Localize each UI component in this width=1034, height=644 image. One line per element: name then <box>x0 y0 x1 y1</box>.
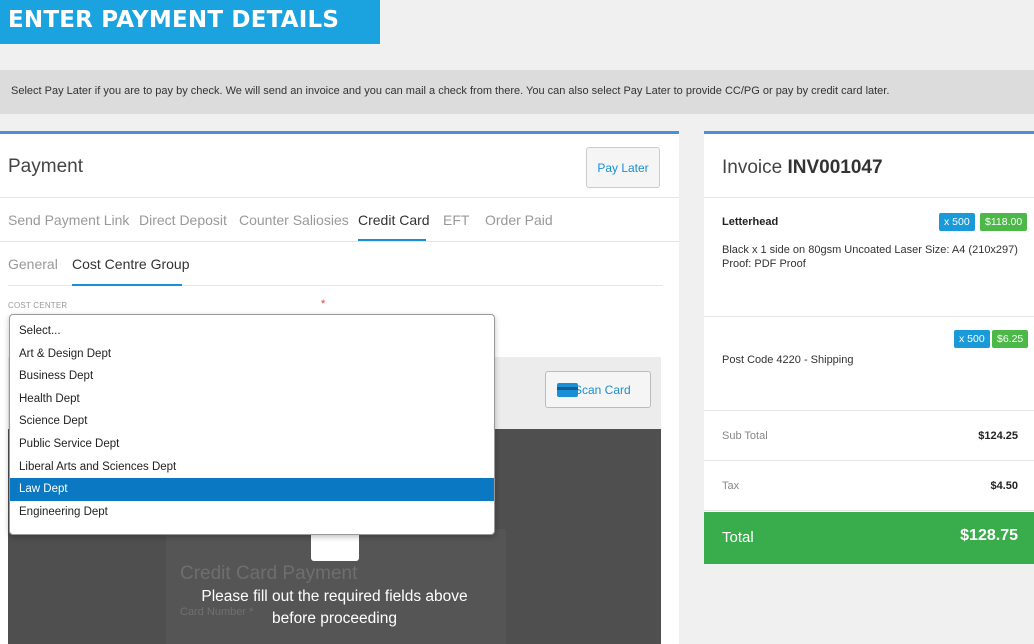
total-label: Total <box>722 529 754 546</box>
item-description-line2: Proof: PDF Proof <box>722 258 806 270</box>
overlay-message-line1: Please fill out the required fields abov… <box>201 588 468 605</box>
price-badge: $6.25 <box>992 330 1029 348</box>
quantity-badge: x 500 <box>954 330 990 348</box>
tab-send-payment-link[interactable]: Send Payment Link <box>8 212 129 228</box>
sub-total-label: Sub Total <box>722 430 768 442</box>
cost-center-dropdown[interactable]: Select... Art & Design Dept Business Dep… <box>9 314 495 535</box>
page-title: ENTER PAYMENT DETAILS <box>0 0 380 44</box>
tax-label: Tax <box>722 480 740 492</box>
payment-title: Payment <box>8 156 83 177</box>
dropdown-option[interactable]: Science Dept <box>10 410 494 433</box>
invoice-number: INV001047 <box>787 157 883 178</box>
dropdown-option-highlighted[interactable]: Law Dept <box>10 478 494 501</box>
item-name: Letterhead <box>722 216 779 228</box>
pay-later-button[interactable]: Pay Later <box>586 147 660 188</box>
dropdown-option[interactable]: Health Dept <box>10 388 494 411</box>
item-description: Black x 1 side on 80gsm Uncoated Laser S… <box>722 243 1032 271</box>
cost-center-label: COST CENTER <box>8 301 68 310</box>
tax-row: Tax $4.50 <box>704 461 1034 511</box>
credit-card-sub-tabs: General Cost Centre Group <box>8 242 663 286</box>
dropdown-option[interactable]: Liberal Arts and Sciences Dept <box>10 456 494 479</box>
sub-total-value: $124.25 <box>978 430 1018 442</box>
scan-card-button[interactable]: Scan Card <box>545 371 651 408</box>
overlay-message-line2: before proceeding <box>272 610 397 627</box>
tab-eft[interactable]: EFT <box>443 212 469 228</box>
overlay-message: Please fill out the required fields abov… <box>8 586 661 630</box>
price-badge: $118.00 <box>980 213 1028 231</box>
tab-cost-centre-group[interactable]: Cost Centre Group <box>72 256 190 272</box>
invoice-line-item: x 500 $6.25 Post Code 4220 - Shipping <box>704 317 1034 411</box>
tab-counter-saliosies[interactable]: Counter Saliosies <box>239 212 349 228</box>
tab-order-paid[interactable]: Order Paid <box>485 212 553 228</box>
tax-value: $4.50 <box>990 480 1018 492</box>
credit-card-icon <box>557 383 578 397</box>
total-row: Total $128.75 <box>704 512 1034 564</box>
invoice-header: Invoice INV001047 <box>704 134 1034 198</box>
active-sub-tab-indicator <box>72 284 182 286</box>
dropdown-option[interactable]: Select... <box>10 320 494 343</box>
required-marker: * <box>321 298 326 310</box>
payment-method-tabs: Send Payment Link Direct Deposit Counter… <box>0 198 679 242</box>
tab-general[interactable]: General <box>8 256 58 272</box>
dropdown-option[interactable]: Business Dept <box>10 365 494 388</box>
credit-card-payment-title: Credit Card Payment <box>180 563 358 584</box>
scan-card-label: Scan Card <box>574 382 631 397</box>
sub-total-row: Sub Total $124.25 <box>704 411 1034 461</box>
pay-later-notice: Select Pay Later if you are to pay by ch… <box>0 70 1034 114</box>
item-description-line1: Black x 1 side on 80gsm Uncoated Laser S… <box>722 244 1018 256</box>
total-value: $128.75 <box>960 527 1018 544</box>
invoice-panel: Invoice INV001047 Letterhead x 500 $118.… <box>704 131 1034 564</box>
invoice-title: Invoice INV001047 <box>722 157 883 179</box>
payment-header: Payment Pay Later <box>0 134 679 198</box>
tab-credit-card[interactable]: Credit Card <box>358 212 430 228</box>
item-name: Post Code 4220 - Shipping <box>722 354 854 366</box>
dropdown-option[interactable]: Engineering Dept <box>10 501 494 524</box>
active-tab-indicator <box>358 239 426 241</box>
invoice-line-item: Letterhead x 500 $118.00 Black x 1 side … <box>704 198 1034 317</box>
tab-direct-deposit[interactable]: Direct Deposit <box>139 212 227 228</box>
dropdown-option[interactable]: Art & Design Dept <box>10 343 494 366</box>
dropdown-option[interactable]: Public Service Dept <box>10 433 494 456</box>
invoice-title-prefix: Invoice <box>722 157 783 178</box>
quantity-badge: x 500 <box>939 213 975 231</box>
